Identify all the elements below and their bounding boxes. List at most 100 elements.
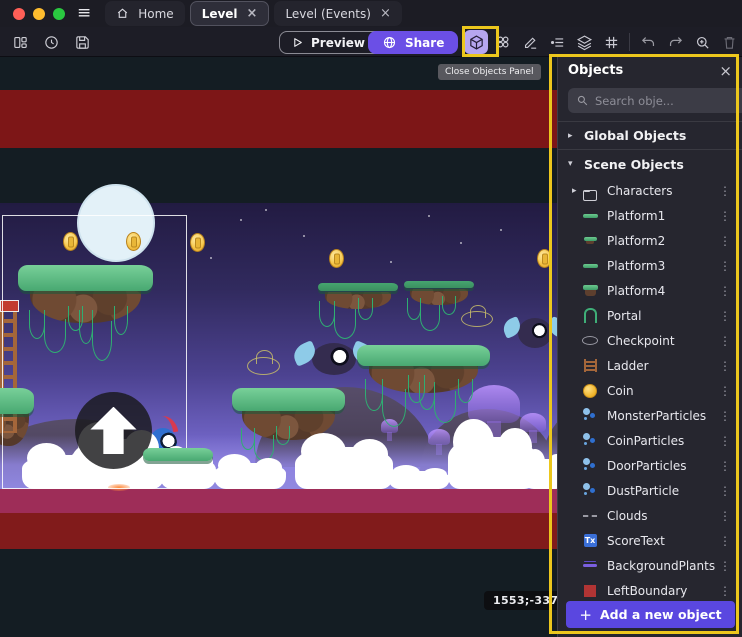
scene-object-coin[interactable] — [190, 233, 205, 252]
minimize-window-button[interactable] — [33, 8, 45, 20]
scene-object-monster-fly[interactable] — [312, 343, 356, 375]
history-icon[interactable] — [41, 32, 61, 52]
object-label: Characters — [607, 184, 716, 198]
grid-icon[interactable] — [599, 30, 623, 54]
plus-icon: + — [579, 606, 592, 624]
kebab-menu-icon[interactable]: ⋮ — [716, 209, 734, 223]
kebab-menu-icon[interactable]: ⋮ — [716, 259, 734, 273]
object-row-Platform2[interactable]: Platform2⋮ — [558, 228, 742, 253]
kebab-menu-icon[interactable]: ⋮ — [716, 234, 734, 248]
undo-icon[interactable] — [636, 30, 660, 54]
preview-label: Preview — [311, 36, 365, 50]
kebab-menu-icon[interactable]: ⋮ — [716, 534, 734, 548]
add-new-object-button[interactable]: + Add a new object — [566, 601, 735, 628]
instances-group-icon[interactable] — [491, 30, 515, 54]
kebab-menu-icon[interactable]: ⋮ — [716, 484, 734, 498]
particles-icon — [582, 408, 598, 424]
scene-object-coin[interactable] — [537, 249, 552, 268]
chevron-right-icon: ▸ — [568, 131, 577, 141]
close-panel-icon[interactable]: × — [719, 62, 732, 80]
redo-icon[interactable] — [663, 30, 687, 54]
scene-object-coin[interactable] — [329, 249, 344, 268]
toolbar: Preview Share — [0, 27, 742, 57]
close-tab-icon[interactable]: × — [380, 6, 391, 21]
scene-object-cloud — [295, 447, 393, 489]
kebab-menu-icon[interactable]: ⋮ — [716, 434, 734, 448]
object-row-CoinParticles[interactable]: CoinParticles⋮ — [558, 428, 742, 453]
trash-icon[interactable] — [717, 30, 741, 54]
object-label: CoinParticles — [607, 434, 716, 448]
object-row-Checkpoint[interactable]: Checkpoint⋮ — [558, 328, 742, 353]
tab-home[interactable]: Home — [105, 1, 184, 26]
kebab-menu-icon[interactable]: ⋮ — [716, 459, 734, 473]
kebab-menu-icon[interactable]: ⋮ — [716, 384, 734, 398]
kebab-menu-icon[interactable]: ⋮ — [716, 509, 734, 523]
pencil-icon[interactable] — [518, 30, 542, 54]
zoom-in-icon[interactable] — [690, 30, 714, 54]
object-row-MonsterParticles[interactable]: MonsterParticles⋮ — [558, 403, 742, 428]
tab-label: Level — [202, 7, 238, 21]
object-row-LeftBoundary[interactable]: LeftBoundary⋮ — [558, 578, 742, 603]
object-row-BackgroundPlants[interactable]: BackgroundPlants⋮ — [558, 553, 742, 578]
main-menu-icon[interactable]: ≡ — [77, 5, 91, 22]
kebab-menu-icon[interactable]: ⋮ — [716, 559, 734, 573]
maximize-window-button[interactable] — [53, 8, 65, 20]
particles-icon — [582, 483, 598, 499]
object-label: Coin — [607, 384, 716, 398]
scene-object-monster-fly[interactable] — [518, 318, 552, 348]
object-label: Platform3 — [607, 259, 716, 273]
share-button[interactable]: Share — [368, 31, 458, 54]
scene-object-vine — [254, 435, 274, 461]
kebab-menu-icon[interactable]: ⋮ — [716, 584, 734, 598]
search-box[interactable] — [568, 88, 742, 113]
section-scene-objects[interactable]: ▾ Scene Objects — [558, 150, 742, 178]
red-square-icon — [582, 583, 598, 599]
tab-label: Home — [138, 7, 173, 21]
close-window-button[interactable] — [13, 8, 25, 20]
object-label: ScoreText — [607, 534, 716, 548]
share-label: Share — [405, 36, 444, 50]
tab-bar: ≡ Home Level × Level (Events) × — [0, 0, 742, 27]
object-label: Ladder — [607, 359, 716, 373]
section-global-objects[interactable]: ▸ Global Objects — [558, 122, 742, 150]
scene-object-cloud — [388, 471, 450, 489]
layers-icon[interactable] — [572, 30, 596, 54]
object-row-Platform3[interactable]: Platform3⋮ — [558, 253, 742, 278]
object-row-Coin[interactable]: Coin⋮ — [558, 378, 742, 403]
object-row-Ladder[interactable]: Ladder⋮ — [558, 353, 742, 378]
kebab-menu-icon[interactable]: ⋮ — [716, 359, 734, 373]
kebab-menu-icon[interactable]: ⋮ — [716, 309, 734, 323]
gdevelop-window: ≡ Home Level × Level (Events) × — [0, 0, 742, 637]
objects-cube-icon[interactable] — [464, 30, 488, 54]
object-row-Portal[interactable]: Portal⋮ — [558, 303, 742, 328]
object-row-Characters[interactable]: ▸ Characters⋮ — [558, 178, 742, 203]
scene-object-star — [210, 257, 212, 259]
kebab-menu-icon[interactable]: ⋮ — [716, 409, 734, 423]
tab-level-events[interactable]: Level (Events) × — [274, 1, 401, 26]
kebab-menu-icon[interactable]: ⋮ — [716, 184, 734, 198]
properties-icon[interactable] — [545, 30, 569, 54]
scene-object-ufo — [247, 357, 280, 375]
chevron-down-icon: ▾ — [568, 159, 577, 169]
search-input[interactable] — [595, 94, 741, 108]
coin-icon — [582, 383, 598, 399]
object-row-DoorParticles[interactable]: DoorParticles⋮ — [558, 453, 742, 478]
tab-level[interactable]: Level × — [190, 1, 270, 26]
scene-object-vine — [382, 389, 406, 427]
particles-icon — [582, 458, 598, 474]
section-label: Scene Objects — [584, 157, 684, 172]
object-label: BackgroundPlants — [607, 559, 716, 573]
kebab-menu-icon[interactable]: ⋮ — [716, 284, 734, 298]
save-icon[interactable] — [72, 32, 92, 52]
object-row-DustParticle[interactable]: DustParticle⋮ — [558, 478, 742, 503]
panels-icon[interactable] — [10, 32, 30, 52]
object-label: Portal — [607, 309, 716, 323]
chevron-right-icon[interactable]: ▸ — [572, 186, 582, 196]
object-row-Platform1[interactable]: Platform1⋮ — [558, 203, 742, 228]
object-row-Clouds[interactable]: Clouds⋮ — [558, 503, 742, 528]
object-row-ScoreText[interactable]: ScoreText⋮ — [558, 528, 742, 553]
close-tab-icon[interactable]: × — [247, 6, 258, 21]
kebab-menu-icon[interactable]: ⋮ — [716, 334, 734, 348]
object-row-Platform4[interactable]: Platform4⋮ — [558, 278, 742, 303]
scene-object-star — [240, 219, 242, 221]
